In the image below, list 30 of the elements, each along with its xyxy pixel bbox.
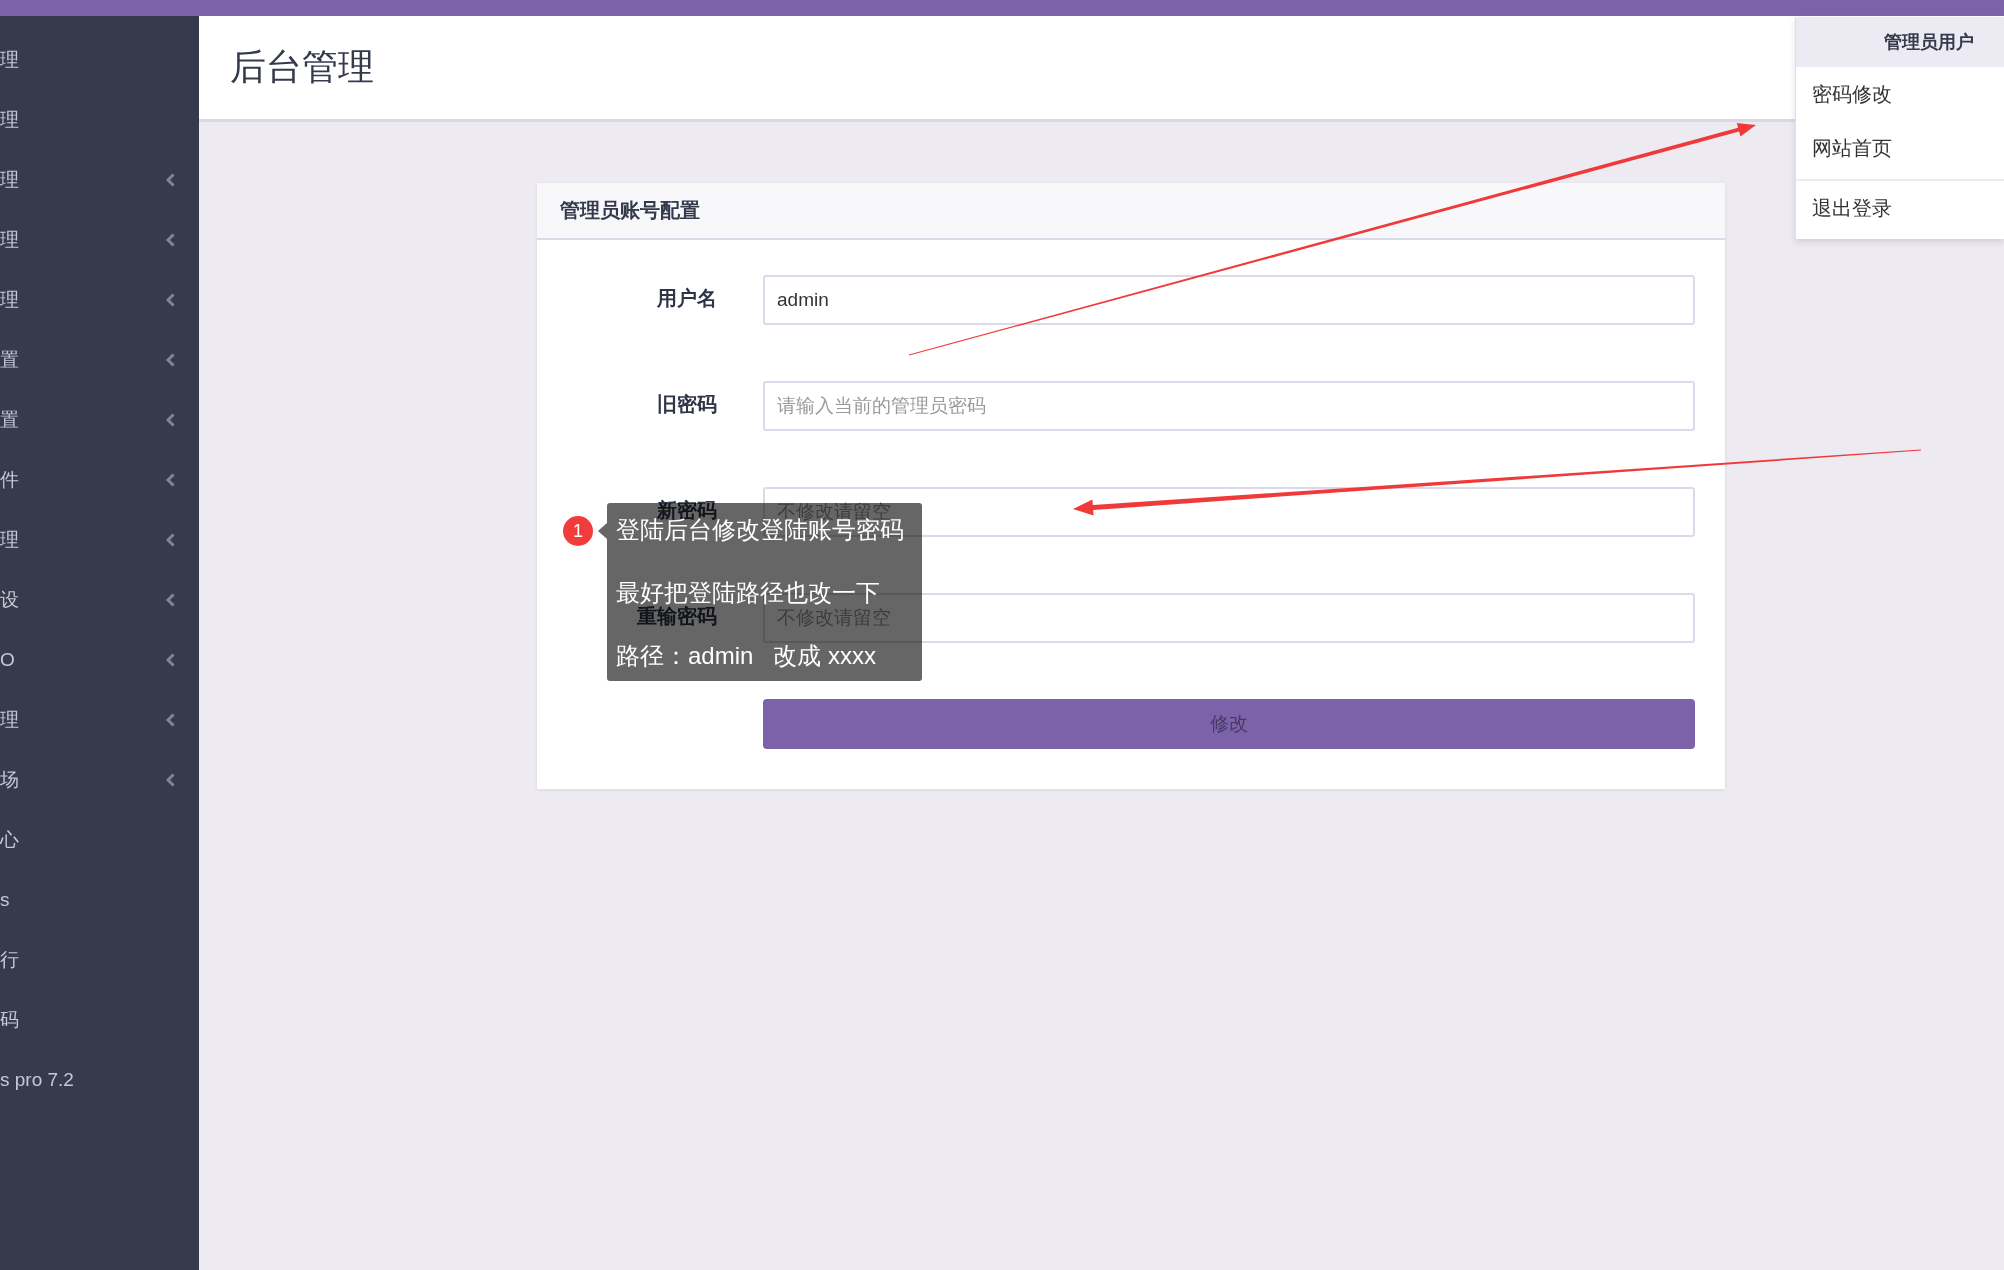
sidebar-item[interactable]: 心 bbox=[0, 810, 199, 870]
field-label: 用户名 bbox=[656, 289, 717, 307]
field-label: 旧密码 bbox=[656, 395, 717, 413]
sidebar-item[interactable]: 理 bbox=[0, 30, 199, 90]
sidebar-item[interactable]: 置 bbox=[0, 390, 199, 450]
sidebar-item[interactable]: 码 bbox=[0, 990, 199, 1050]
sidebar-item[interactable]: O bbox=[0, 630, 199, 690]
password-field[interactable]: 请输入当前的管理员密码 bbox=[763, 381, 1695, 431]
menu-item[interactable]: 退出登录 bbox=[1796, 181, 2004, 235]
sidebar-item[interactable]: s pro 7.2 bbox=[0, 1050, 199, 1110]
sidebar-item[interactable]: 理 bbox=[0, 90, 199, 150]
sidebar-item[interactable]: 理 bbox=[0, 270, 199, 330]
menu-item[interactable]: 网站首页 bbox=[1796, 121, 2004, 175]
text-field[interactable]: admin bbox=[763, 275, 1695, 325]
sidebar-item[interactable]: 理 bbox=[0, 690, 199, 750]
sidebar-item[interactable]: 理 bbox=[0, 510, 199, 570]
sidebar-item[interactable]: 设 bbox=[0, 570, 199, 630]
sidebar-item[interactable]: 理 bbox=[0, 210, 199, 270]
tooltip-pointer-icon bbox=[598, 523, 607, 539]
sidebar-item[interactable]: 置 bbox=[0, 330, 199, 390]
sidebar-item[interactable]: 理 bbox=[0, 150, 199, 210]
card-title: 管理员账号配置 bbox=[560, 198, 700, 223]
sidebar-item[interactable]: 场 bbox=[0, 750, 199, 810]
sidebar-item[interactable]: 行 bbox=[0, 930, 199, 990]
sidebar-item[interactable]: 件 bbox=[0, 450, 199, 510]
page-title: 后台管理 bbox=[230, 45, 374, 89]
sidebar-item[interactable]: s bbox=[0, 870, 199, 930]
menu-title: 管理员用户 bbox=[1884, 31, 1974, 54]
menu-item[interactable]: 密码修改 bbox=[1796, 67, 2004, 121]
tooltip-text: 路径：admin 改成 xxxx bbox=[616, 645, 878, 667]
